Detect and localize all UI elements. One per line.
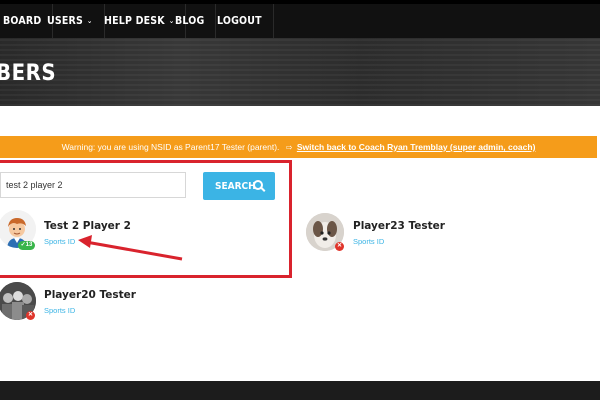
player-name[interactable]: Player20 Tester xyxy=(44,289,136,301)
nav-item-logout[interactable]: LOGOUT xyxy=(206,4,274,38)
status-badge: ✕ xyxy=(26,311,35,320)
impersonation-warning: Warning: you are using NSID as Parent17 … xyxy=(0,136,597,158)
footer-bar xyxy=(0,381,600,400)
warning-text: Warning: you are using NSID as Parent17 … xyxy=(61,142,280,152)
page-title: BERS xyxy=(0,61,57,86)
chevron-down-icon: ⌄ xyxy=(87,17,93,25)
annotation-arrow-icon xyxy=(78,235,183,261)
status-badge: ✕ xyxy=(335,242,344,251)
switch-arrow-icon: ⇨ xyxy=(285,143,293,152)
player-name[interactable]: Player23 Tester xyxy=(353,220,445,232)
switch-back-link[interactable]: Switch back to Coach Ryan Tremblay (supe… xyxy=(297,142,536,152)
search-button[interactable]: SEARCH xyxy=(203,172,275,200)
sports-id-link[interactable]: Sports ID xyxy=(44,306,75,315)
status-badge: ✓13 xyxy=(18,241,35,250)
search-icon xyxy=(253,180,263,190)
top-navigation: BOARD USERS ⌄ HELP DESK ⌄ BLOG LOGOUT xyxy=(0,0,600,38)
search-button-label: SEARCH xyxy=(215,180,256,192)
sports-id-link[interactable]: Sports ID xyxy=(353,237,384,246)
search-input[interactable] xyxy=(0,172,186,198)
page-header-banner: BERS xyxy=(0,38,600,106)
